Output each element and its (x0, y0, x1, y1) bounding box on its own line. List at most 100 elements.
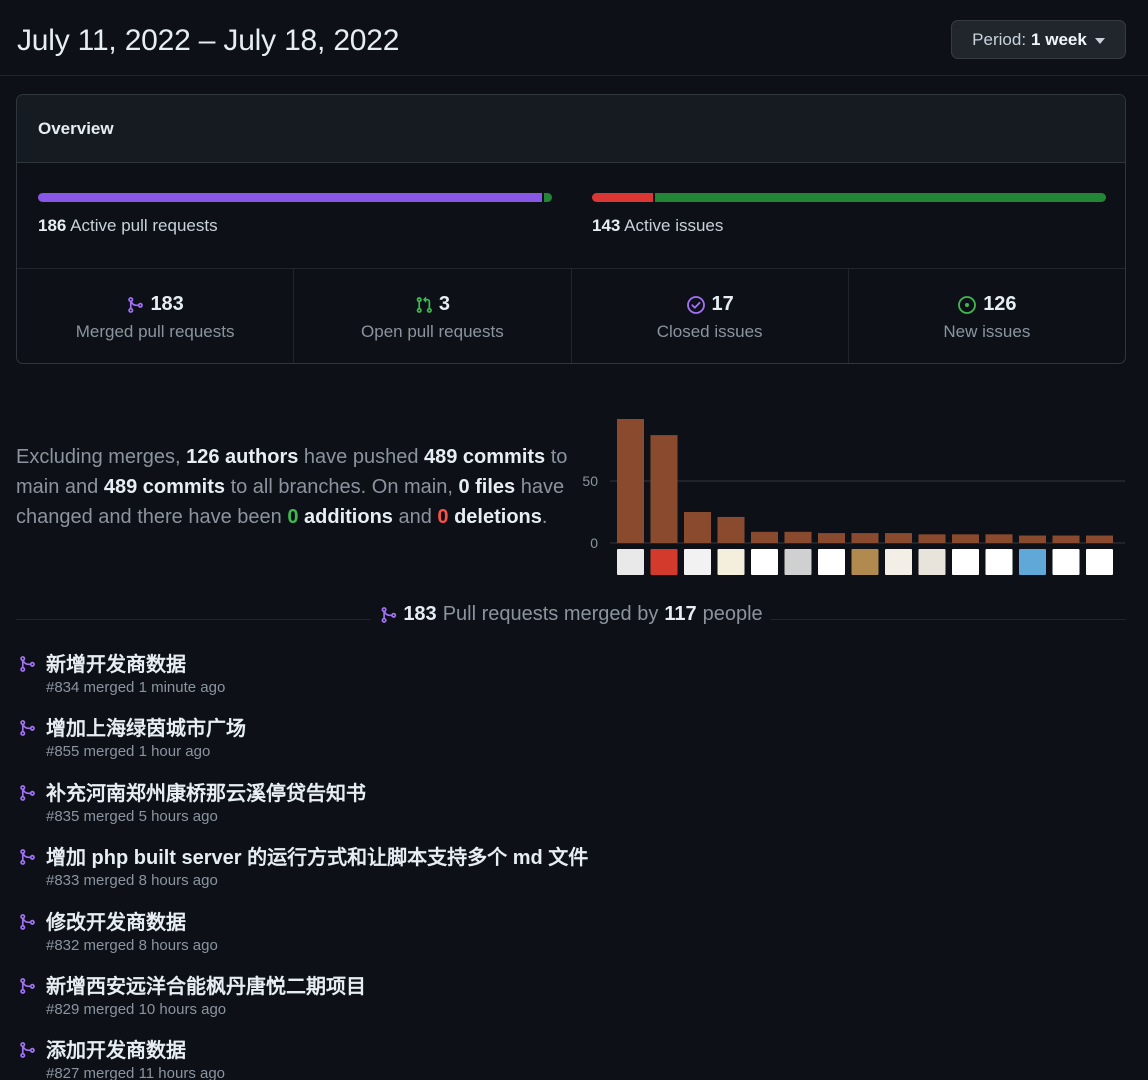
chart-bar (617, 419, 644, 543)
pr-meta: #827 merged 11 hours ago (46, 1065, 226, 1080)
list-item: 修改开发商数据 #832 merged 8 hours ago (16, 910, 1126, 974)
merged-icon (128, 296, 144, 313)
merged-pull-request-list: 新增开发商数据 #834 merged 1 minute ago 增加上海绿茵城市广… (16, 652, 1126, 1080)
merged-by-text: 183 Pull requests merged by 117 people (371, 603, 771, 626)
merged-icon (18, 913, 36, 936)
closed-segment (592, 193, 653, 202)
stat-new-issues[interactable]: 126 New issues (849, 269, 1125, 363)
chart-bar (717, 516, 745, 543)
chart-bar (684, 512, 711, 543)
chart-bar (885, 533, 912, 543)
active-pull-requests-label: 186 Active pull requests (38, 216, 552, 236)
author-avatar (952, 549, 979, 575)
stat-open-pull-requests[interactable]: 3 Open pull requests (294, 269, 572, 363)
list-item: 补充河南郑州康桥那云溪停贷告知书 #835 merged 5 hours ago (16, 781, 1126, 845)
summary-text: Excluding merges, (16, 446, 187, 468)
list-item: 增加上海绿茵城市广场 #855 merged 1 hour ago (16, 716, 1126, 780)
y-tick-label: 0 (590, 535, 598, 551)
pr-title-link[interactable]: 修改开发商数据 (46, 910, 1126, 936)
stat-label: Closed issues (656, 322, 763, 341)
merged-icon (18, 784, 36, 807)
active-issues[interactable]: 143 Active issues (592, 193, 1106, 236)
pr-title-link[interactable]: 增加 php built server 的运行方式和让脚本支持多个 md 文件 (46, 845, 1126, 871)
chart-bar (650, 435, 678, 543)
pr-title-link[interactable]: 新增开发商数据 (46, 652, 1126, 678)
pr-meta: #829 merged 10 hours ago (46, 1000, 227, 1018)
issues-bar (592, 193, 1106, 202)
author-avatar (1086, 549, 1113, 575)
author-avatar (1052, 549, 1080, 575)
author-avatar (784, 549, 812, 575)
pr-title-link[interactable]: 补充河南郑州康桥那云溪停贷告知书 (46, 781, 1126, 807)
merged-by-mid: Pull requests merged by (442, 603, 659, 625)
author-avatar (650, 549, 678, 575)
list-item: 新增西安远洋合能枫丹唐悦二期项目 #829 merged 10 hours ago (16, 974, 1126, 1038)
merged-segment (38, 193, 542, 202)
open-segment (543, 193, 552, 202)
stat-closed-issues[interactable]: 17 Closed issues (572, 269, 849, 363)
chart-bar (818, 533, 845, 543)
active-pull-requests-text: Active pull requests (70, 216, 218, 235)
stat-value: 183 (150, 293, 184, 315)
pr-meta: #835 merged 5 hours ago (46, 807, 218, 825)
author-avatar (617, 549, 644, 575)
deletions-word: deletions (448, 506, 542, 528)
additions-count: 0 (287, 506, 299, 528)
period-label: Period: (972, 29, 1027, 49)
merged-by-end: people (702, 603, 763, 625)
chart-bar (952, 534, 979, 543)
author-avatar (818, 549, 845, 575)
overview-title: Overview (17, 95, 1125, 163)
author-avatar (717, 549, 745, 575)
stat-merged-pull-requests[interactable]: 183 Merged pull requests (17, 269, 295, 363)
authors-count[interactable]: 126 authors (186, 446, 298, 468)
merged-count: 183 (403, 603, 437, 625)
additions-word: additions (298, 506, 393, 528)
merged-by-divider: 183 Pull requests merged by 117 people (16, 600, 1126, 630)
new-segment (654, 193, 1106, 202)
list-item: 新增开发商数据 #834 merged 1 minute ago (16, 652, 1126, 716)
merged-icon (18, 977, 36, 1000)
pull-requests-bar (38, 193, 552, 202)
chart-bar (751, 531, 778, 543)
active-issues-text: Active issues (624, 216, 724, 235)
summary-text: have pushed (298, 446, 424, 468)
pr-meta: #855 merged 1 hour ago (46, 743, 211, 761)
summary-text: . (541, 506, 548, 528)
overview-panel: Overview 186 Active pull requests 143 Ac… (16, 94, 1126, 364)
overview-bars: 186 Active pull requests 143 Active issu… (17, 163, 1125, 269)
period-dropdown-button[interactable]: Period: 1 week (951, 20, 1126, 59)
author-avatar (684, 549, 711, 575)
list-item: 添加开发商数据 #827 merged 11 hours ago (16, 1038, 1126, 1080)
stat-value: 3 (438, 293, 450, 315)
active-pull-requests[interactable]: 186 Active pull requests (38, 193, 552, 236)
stat-label: Open pull requests (361, 322, 504, 341)
chart-bar (1019, 535, 1046, 543)
author-avatar (985, 549, 1013, 575)
summary-text: and (392, 506, 438, 528)
pr-title-link[interactable]: 增加上海绿茵城市广场 (46, 716, 1126, 742)
pr-meta: #832 merged 8 hours ago (46, 936, 218, 954)
pr-title-link[interactable]: 添加开发商数据 (46, 1038, 1126, 1064)
open-pr-icon (416, 296, 432, 313)
deletions-count: 0 (437, 506, 449, 528)
closed-issue-icon (686, 295, 705, 314)
merged-icon (18, 719, 36, 742)
merged-icon (381, 606, 397, 623)
merged-icon (18, 848, 36, 871)
active-issues-label: 143 Active issues (592, 216, 1106, 236)
author-avatar (751, 549, 778, 575)
active-issues-count: 143 (592, 216, 621, 235)
commits-by-author-chart: 0 50 (582, 419, 1125, 575)
stat-label: New issues (943, 322, 1031, 341)
summary-text: to all branches. On main, (225, 476, 459, 498)
commits-main-count: 489 commits (424, 446, 546, 468)
author-avatar (1019, 549, 1046, 575)
author-avatar (885, 549, 912, 575)
author-avatar (851, 549, 879, 575)
new-issue-icon (958, 295, 977, 314)
chart-bar (918, 534, 946, 543)
chart-bar (985, 534, 1013, 543)
pr-title-link[interactable]: 新增西安远洋合能枫丹唐悦二期项目 (46, 974, 1126, 1000)
pr-meta: #833 merged 8 hours ago (46, 872, 218, 890)
